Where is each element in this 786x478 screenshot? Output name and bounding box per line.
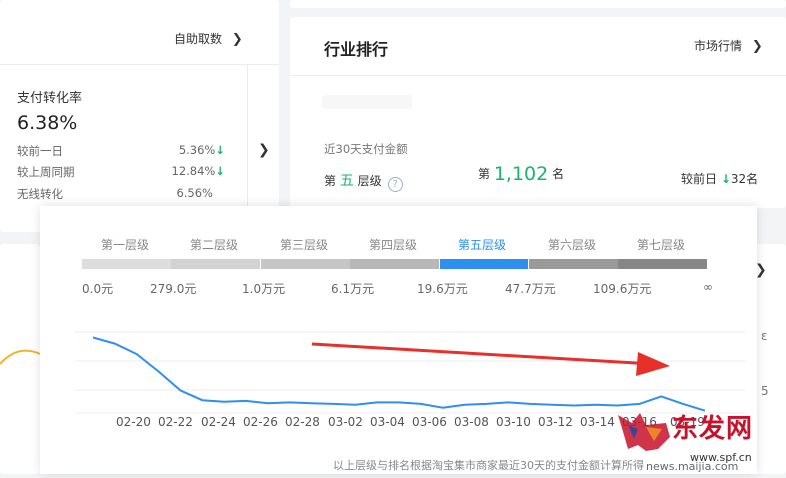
tier-bar-segment <box>529 259 618 269</box>
side-mark-bottom: 5 <box>761 384 769 398</box>
tier-value: 五 <box>340 173 354 189</box>
tier-threshold: 6.1万元 <box>331 280 374 297</box>
metric-value: 6.38% <box>17 112 77 134</box>
rank-value: 1,102 <box>494 163 548 185</box>
arrow-down-icon: ↓ <box>721 172 731 186</box>
watermark-text: 东发网 <box>672 408 753 445</box>
side-mark-top: ε <box>761 329 768 343</box>
period-label: 近30天支付金额 <box>324 141 408 157</box>
watermark-url-secondary: news.maijia.com <box>646 460 738 473</box>
tier-threshold: 279.0元 <box>150 280 196 297</box>
rank-suffix: 名 <box>552 167 564 181</box>
metric-row-value: 12.84% <box>172 164 216 178</box>
rank-card-title: 行业排行 <box>324 36 388 60</box>
x-tick-label: 03-06 <box>412 415 447 429</box>
metric-row-value: 6.56% <box>176 186 213 200</box>
tier-threshold: ∞ <box>703 280 713 294</box>
x-tick-label: 03-02 <box>328 415 363 429</box>
arrow-down-icon: ↓ <box>215 143 225 157</box>
tier-bar-segment <box>171 259 260 269</box>
x-tick-label: 03-10 <box>496 415 531 429</box>
tier-label[interactable]: 第四层级 <box>369 236 417 253</box>
chevron-right-icon[interactable]: ❯ <box>258 142 270 158</box>
metric-row-label: 无线转化 <box>17 187 63 201</box>
annotation-arrow-head <box>636 352 670 376</box>
chevron-right-icon: ❯ <box>752 39 763 54</box>
compare-label: 较前日 <box>681 172 717 186</box>
tier-suffix: 层级 <box>358 174 382 188</box>
rank-card-divider <box>290 75 786 76</box>
watermark-bull-icon <box>610 405 676 465</box>
tier-label[interactable]: 第六层级 <box>548 236 596 253</box>
tier-threshold: 109.6万元 <box>593 280 651 297</box>
metric-row-value: 5.36% <box>179 143 216 157</box>
arrow-down-icon: ↓ <box>215 164 225 178</box>
help-icon[interactable]: ? <box>388 177 403 192</box>
metric-title: 支付转化率 <box>17 87 82 106</box>
chevron-right-icon: ❯ <box>232 32 243 47</box>
tier-label[interactable]: 第一层级 <box>101 236 149 253</box>
tier-label[interactable]: 第五层级 <box>458 236 506 253</box>
metric-row-label: 较前一日 <box>17 144 63 158</box>
x-tick-label: 03-12 <box>538 415 573 429</box>
x-tick-label: 02-28 <box>285 415 320 429</box>
rank-compare: 较前日 ↓32名 <box>681 170 758 187</box>
tier-label[interactable]: 第七层级 <box>637 236 685 253</box>
tier-threshold: 0.0元 <box>82 280 113 297</box>
metric-row-mobile: 无线转化 6.56% <box>17 186 225 202</box>
tier-indicator: 第 五 层级? <box>324 170 403 192</box>
tier-threshold: 1.0万元 <box>242 280 285 297</box>
tier-bar-segment <box>350 259 439 269</box>
tier-label[interactable]: 第三层级 <box>280 236 328 253</box>
tier-threshold: 47.7万元 <box>505 280 556 297</box>
rank-prefix: 第 <box>478 167 490 181</box>
self-service-data-label: 自助取数 <box>174 32 222 46</box>
x-tick-label: 03-08 <box>454 415 489 429</box>
tier-threshold: 19.6万元 <box>417 280 468 297</box>
popup-note: 以上层级与排名根据淘宝集市商家最近30天的支付金额计算所得 <box>333 457 644 473</box>
x-tick-label: 02-24 <box>201 415 236 429</box>
rank-indicator: 第 1,102 名 <box>478 163 564 185</box>
metric-row-prev-week: 较上周同期 12.84%↓ <box>17 164 225 180</box>
metric-row-prev-day: 较前一日 5.36%↓ <box>17 143 225 159</box>
top-right-card-edge <box>290 0 786 8</box>
tier-bar-segment <box>618 259 707 269</box>
tier-prefix: 第 <box>324 174 336 188</box>
metric-row-label: 较上周同期 <box>17 165 75 179</box>
x-tick-label: 02-20 <box>116 415 151 429</box>
tier-label[interactable]: 第二层级 <box>190 236 238 253</box>
tier-bar-segment <box>261 259 350 269</box>
self-service-data-link[interactable]: 自助取数 ❯ <box>174 30 243 47</box>
tier-bar-segment <box>82 259 171 269</box>
background-chart-card <box>0 244 40 474</box>
blurred-text <box>322 95 412 109</box>
tier-bar-segment <box>440 259 529 269</box>
background-line <box>0 244 40 474</box>
compare-value: 32名 <box>731 172 758 186</box>
market-trend-label: 市场行情 <box>694 39 742 53</box>
x-tick-label: 02-26 <box>243 415 278 429</box>
x-tick-label: 02-22 <box>158 415 193 429</box>
market-trend-link[interactable]: 市场行情 ❯ <box>694 37 763 54</box>
x-tick-label: 03-04 <box>370 415 405 429</box>
